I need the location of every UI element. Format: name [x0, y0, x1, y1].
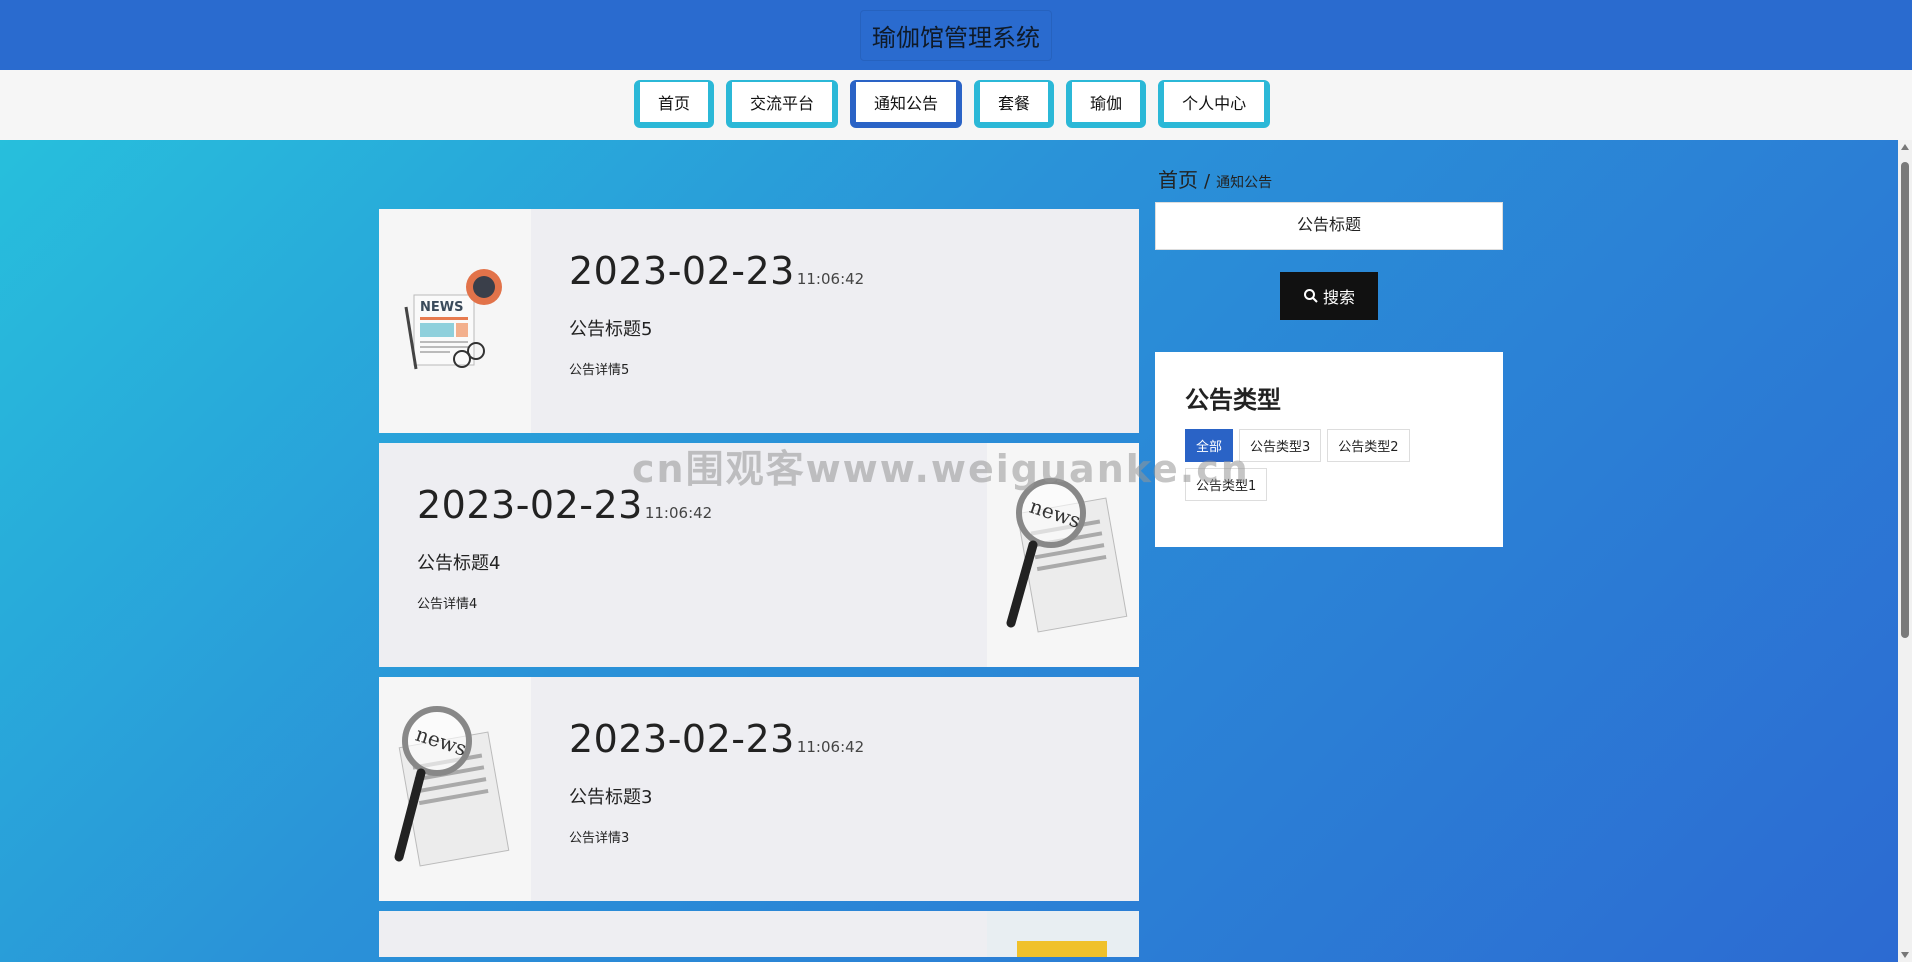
notice-title[interactable]: 公告标题4 [417, 549, 937, 575]
news-flatlay-icon: NEWS [404, 269, 502, 370]
notice-type-panel: 公告类型 全部 公告类型3 公告类型2 公告类型1 [1155, 352, 1503, 547]
nav-item-home[interactable]: 首页 [634, 80, 715, 128]
notice-detail: 公告详情5 [569, 363, 630, 378]
search-icon [1303, 288, 1319, 304]
nav-item-label: 通知公告 [874, 94, 939, 113]
notice-time: 11:06:42 [796, 738, 865, 756]
nav-item-forum[interactable]: 交流平台 [726, 80, 839, 128]
svg-text:NEWS: NEWS [420, 300, 463, 315]
notice-card-partial[interactable] [379, 911, 1139, 957]
notice-detail: 公告详情4 [417, 597, 478, 612]
nav-item-profile[interactable]: 个人中心 [1158, 80, 1271, 128]
type-tag-2[interactable]: 公告类型2 [1327, 429, 1410, 462]
breadcrumb-separator: / [1204, 171, 1211, 192]
notice-image: news [987, 443, 1139, 667]
notice-date: 2023-02-23 [569, 249, 795, 293]
notice-text: 2023-02-23 11:06:42 公告标题5 公告详情5 [569, 249, 1089, 378]
scroll-down-arrow-icon[interactable] [1901, 952, 1909, 958]
search-button-label: 搜索 [1322, 290, 1355, 307]
notice-text: 2023-02-23 11:06:42 公告标题3 公告详情3 [569, 717, 1089, 846]
notice-text: 2023-02-23 11:06:42 公告标题4 公告详情4 [417, 483, 937, 612]
app-root: 瑜伽馆管理系统 首页 交流平台 通知公告 套餐 瑜伽 个人中心 NEWS 202… [0, 0, 1912, 962]
type-tag-all[interactable]: 全部 [1185, 429, 1234, 462]
nav-bar: 首页 交流平台 通知公告 套餐 瑜伽 个人中心 [0, 70, 1912, 140]
notice-date: 2023-02-23 [569, 717, 795, 761]
breadcrumb-home[interactable]: 首页 [1158, 168, 1198, 192]
newspaper-magnifier-icon: news [1006, 478, 1128, 633]
notice-card[interactable]: news 2023-02-23 11:06:42 公告标题3 公告详情3 [379, 677, 1139, 901]
search-input[interactable] [1155, 202, 1503, 250]
scroll-up-arrow-icon[interactable] [1901, 144, 1909, 150]
nav-list: 首页 交流平台 通知公告 套餐 瑜伽 个人中心 [634, 80, 1271, 128]
notice-detail: 公告详情3 [569, 831, 630, 846]
notice-image: news [379, 677, 531, 901]
notice-image [987, 911, 1139, 957]
type-tag-1[interactable]: 公告类型1 [1185, 468, 1268, 501]
page-scrollbar[interactable] [1898, 140, 1912, 962]
nav-item-yoga[interactable]: 瑜伽 [1066, 80, 1147, 128]
nav-item-label: 首页 [658, 94, 691, 113]
notice-card[interactable]: NEWS 2023-02-23 11:06:42 公告标题5 公告详情5 [379, 209, 1139, 433]
notice-date: 2023-02-23 [417, 483, 643, 527]
main-area: NEWS 2023-02-23 11:06:42 公告标题5 公告详情5 202… [0, 140, 1912, 962]
nav-item-notices[interactable]: 通知公告 [850, 80, 963, 128]
notice-datetime: 2023-02-23 11:06:42 [569, 717, 1089, 761]
notice-datetime: 2023-02-23 11:06:42 [417, 483, 937, 527]
notice-title[interactable]: 公告标题5 [569, 315, 1089, 341]
notice-datetime: 2023-02-23 11:06:42 [569, 249, 1089, 293]
nav-item-label: 套餐 [998, 94, 1031, 113]
notice-image: NEWS [379, 209, 531, 433]
notice-list: NEWS 2023-02-23 11:06:42 公告标题5 公告详情5 202… [379, 209, 1139, 957]
notice-title[interactable]: 公告标题3 [569, 783, 1089, 809]
site-title: 瑜伽馆管理系统 [860, 9, 1052, 61]
breadcrumb: 首页 / 通知公告 [1158, 164, 1272, 193]
notice-time: 11:06:42 [796, 270, 865, 288]
scroll-thumb[interactable] [1901, 162, 1909, 638]
type-tag-3[interactable]: 公告类型3 [1239, 429, 1322, 462]
nav-item-label: 交流平台 [750, 94, 815, 113]
newspaper-magnifier-icon: news [394, 706, 510, 867]
nav-item-label: 个人中心 [1182, 94, 1247, 113]
search-button[interactable]: 搜索 [1280, 272, 1378, 320]
notice-card[interactable]: 2023-02-23 11:06:42 公告标题4 公告详情4 news [379, 443, 1139, 667]
notice-time: 11:06:42 [644, 504, 713, 522]
notice-type-heading: 公告类型 [1185, 386, 1281, 414]
top-header: 瑜伽馆管理系统 [0, 0, 1912, 70]
nav-item-label: 瑜伽 [1090, 94, 1123, 113]
breadcrumb-current: 通知公告 [1216, 175, 1273, 191]
notice-type-list: 全部 公告类型3 公告类型2 公告类型1 [1185, 429, 1473, 501]
nav-item-packages[interactable]: 套餐 [974, 80, 1055, 128]
